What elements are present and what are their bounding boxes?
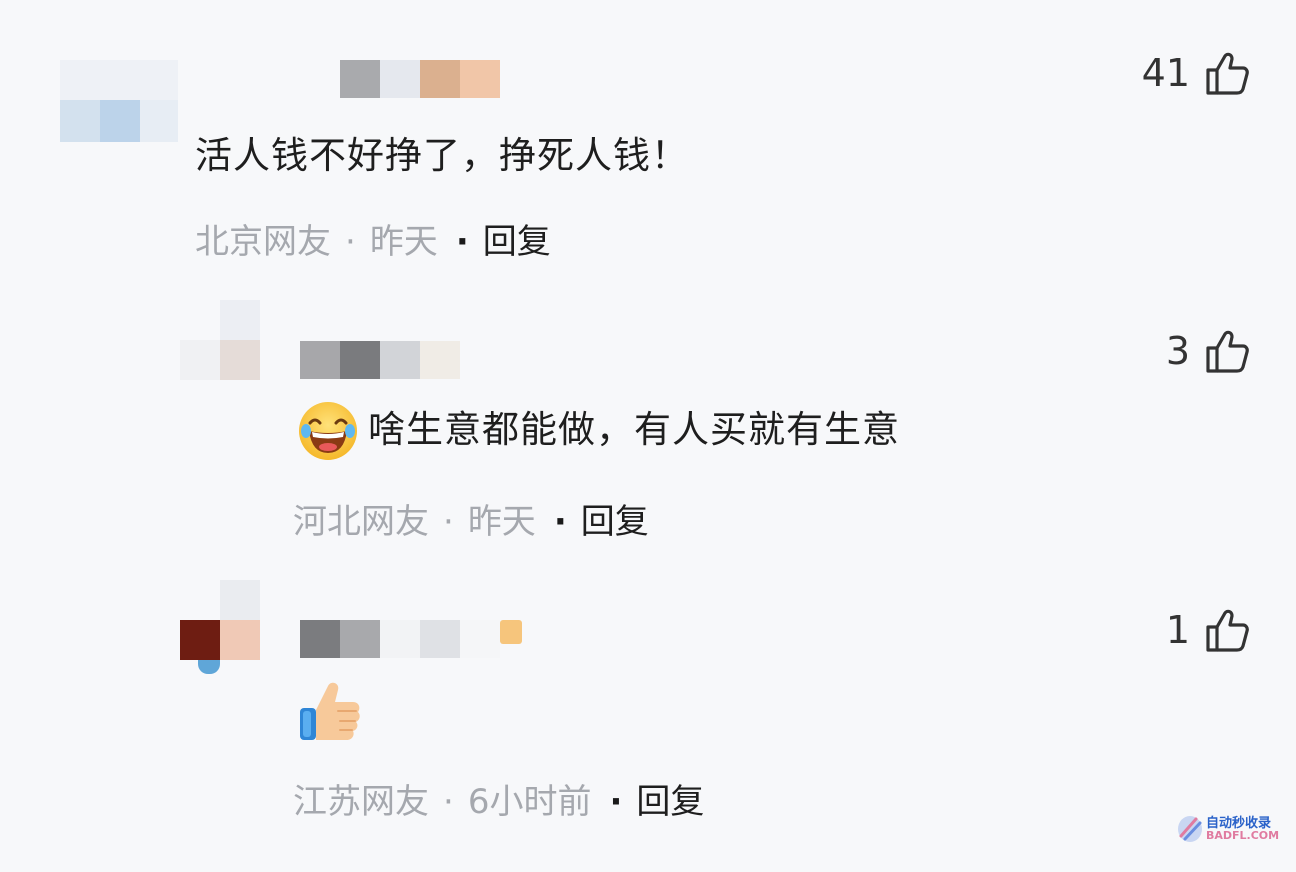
avatar[interactable] (180, 580, 260, 675)
avatar[interactable] (60, 60, 180, 142)
like-button[interactable]: 1 (1166, 605, 1250, 655)
comment-meta: 北京网友 · 昨天 · 回复 (195, 222, 551, 262)
username-pixelated[interactable] (340, 60, 500, 98)
time-label: 昨天 (369, 222, 438, 262)
comment-meta: 河北网友 · 昨天 · 回复 (293, 502, 649, 542)
reply-button[interactable]: 回复 (483, 222, 551, 262)
comment-meta: 江苏网友 · 6小时前 · 回复 (293, 782, 704, 822)
time-label: 昨天 (467, 502, 536, 542)
meta-separator: · (345, 222, 356, 262)
grinning-squinting-face-emoji (299, 402, 357, 460)
like-count: 1 (1165, 608, 1190, 652)
watermark-logo-icon (1178, 816, 1202, 842)
watermark: 自动秒收录 BADFL.COM (1176, 812, 1286, 848)
reply-button[interactable]: 回复 (636, 782, 704, 822)
meta-separator: · (443, 782, 454, 822)
thumbs-up-icon (1204, 607, 1250, 653)
username-pixelated[interactable] (300, 341, 460, 379)
comment-text: 活人钱不好挣了，挣死人钱！ (195, 134, 689, 177)
meta-separator: · (443, 502, 454, 542)
thumbs-up-icon (1204, 328, 1250, 374)
like-count: 41 (1141, 51, 1190, 95)
like-button[interactable]: 3 (1166, 326, 1250, 376)
location-label: 河北网友 (293, 502, 429, 542)
time-label: 6小时前 (467, 782, 592, 822)
avatar[interactable] (180, 300, 260, 380)
watermark-url: BADFL.COM (1206, 829, 1280, 842)
location-label: 北京网友 (195, 222, 331, 262)
like-count: 3 (1165, 329, 1190, 373)
thumbs-up-emoji (300, 682, 360, 740)
meta-separator: · (553, 502, 567, 542)
reply-button[interactable]: 回复 (581, 502, 649, 542)
meta-separator: · (609, 782, 623, 822)
comment-text: 啥生意都能做，有人买就有生意 (368, 408, 900, 451)
username-pixelated[interactable] (300, 620, 530, 658)
location-label: 江苏网友 (293, 782, 429, 822)
meta-separator: · (455, 222, 469, 262)
thumbs-up-icon (1204, 50, 1250, 96)
like-button[interactable]: 41 (1142, 48, 1250, 98)
